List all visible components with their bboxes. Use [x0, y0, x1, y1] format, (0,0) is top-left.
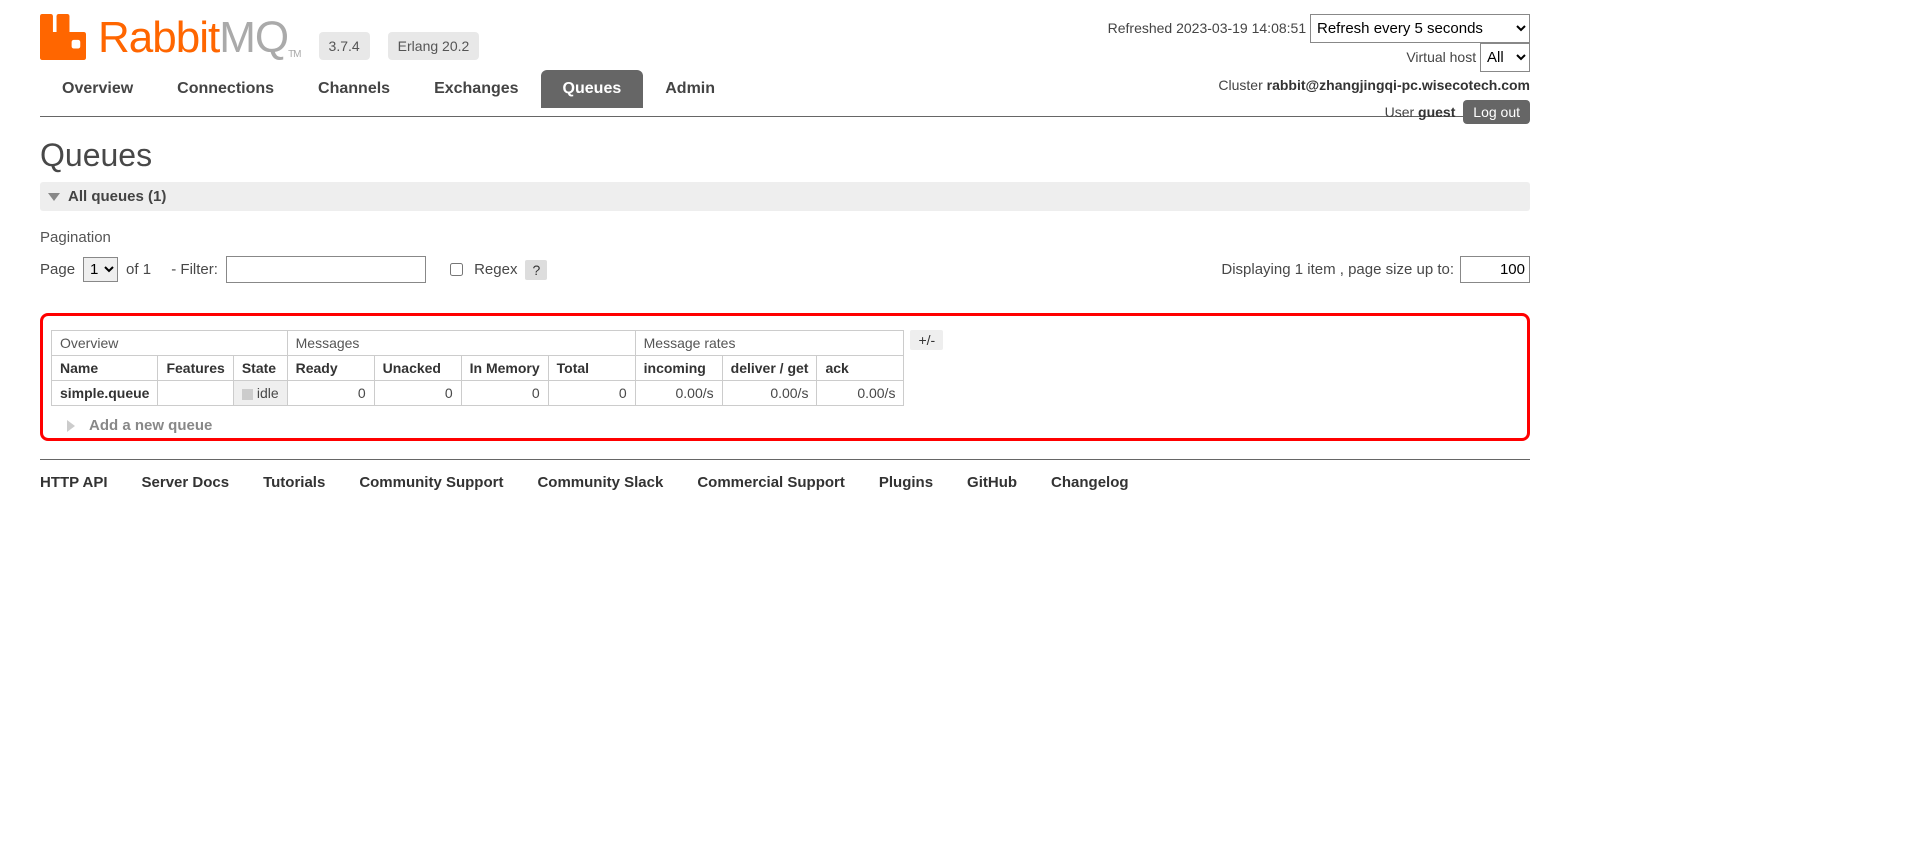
vhost-label: Virtual host [1406, 49, 1476, 65]
footer-github[interactable]: GitHub [967, 474, 1017, 491]
th-ready[interactable]: Ready [287, 356, 374, 381]
cluster-name: rabbit@zhangjingqi-pc.wisecotech.com [1267, 77, 1530, 93]
user-label: User [1385, 104, 1415, 120]
user-name: guest [1418, 104, 1455, 120]
footer-commercial-support[interactable]: Commercial Support [697, 474, 845, 491]
cell-features [158, 381, 233, 406]
th-group-rates: Message rates [635, 331, 904, 356]
footer-community-slack[interactable]: Community Slack [537, 474, 663, 491]
rabbitmq-logo-icon [40, 14, 86, 60]
cell-unacked: 0 [374, 381, 461, 406]
section-all-queues[interactable]: All queues (1) [40, 182, 1530, 211]
tab-admin[interactable]: Admin [643, 70, 737, 108]
header-status: Refreshed 2023-03-19 14:08:51 Refresh ev… [1108, 14, 1530, 125]
cell-incoming: 0.00/s [635, 381, 722, 406]
page-label: Page [40, 261, 75, 278]
cell-ack: 0.00/s [817, 381, 904, 406]
logout-button[interactable]: Log out [1463, 100, 1530, 124]
version-badge: 3.7.4 [319, 32, 370, 60]
chevron-down-icon [48, 193, 60, 201]
page-of-label: of 1 [126, 261, 151, 278]
page-size-input[interactable] [1460, 256, 1530, 283]
refreshed-label: Refreshed 2023-03-19 14:08:51 [1108, 20, 1306, 36]
filter-label: - Filter: [171, 261, 218, 278]
tab-connections[interactable]: Connections [155, 70, 296, 108]
filter-input[interactable] [226, 256, 426, 283]
footer-http-api[interactable]: HTTP API [40, 474, 108, 491]
tab-overview[interactable]: Overview [40, 70, 155, 108]
vhost-select[interactable]: All [1480, 43, 1530, 72]
erlang-badge: Erlang 20.2 [388, 32, 480, 60]
cell-total: 0 [548, 381, 635, 406]
th-deliver-get[interactable]: deliver / get [722, 356, 817, 381]
th-incoming[interactable]: incoming [635, 356, 722, 381]
queues-table-highlight: Overview Messages Message rates Name Fea… [40, 313, 1530, 441]
regex-help-icon[interactable]: ? [525, 260, 547, 280]
add-queue-toggle[interactable]: Add a new queue [67, 417, 212, 434]
displaying-label: Displaying 1 item , page size up to: [1221, 261, 1454, 278]
th-unacked[interactable]: Unacked [374, 356, 461, 381]
th-group-overview: Overview [52, 331, 288, 356]
table-row: simple.queue idle 0 0 0 0 0.00/s 0.00/s … [52, 381, 904, 406]
th-features: Features [158, 356, 233, 381]
th-ack[interactable]: ack [817, 356, 904, 381]
cell-in-memory: 0 [461, 381, 548, 406]
regex-label: Regex [474, 261, 517, 278]
cluster-label: Cluster [1218, 77, 1262, 93]
cell-deliver-get: 0.00/s [722, 381, 817, 406]
header: RabbitMQTM 3.7.4 Erlang 20.2 Refreshed 2… [40, 14, 1530, 117]
pagination-label: Pagination [40, 229, 1530, 246]
footer-community-support[interactable]: Community Support [359, 474, 503, 491]
th-total[interactable]: Total [548, 356, 635, 381]
queues-table: Overview Messages Message rates Name Fea… [51, 330, 904, 406]
add-queue-label: Add a new queue [89, 417, 212, 434]
queue-name-link[interactable]: simple.queue [60, 385, 149, 401]
section-all-queues-label: All queues (1) [68, 188, 166, 205]
filter-row: Page 1 of 1 - Filter: Regex ? Displaying… [40, 256, 1530, 283]
page-title: Queues [40, 137, 1530, 174]
regex-checkbox[interactable] [450, 263, 463, 276]
chevron-right-icon [67, 420, 81, 432]
tab-exchanges[interactable]: Exchanges [412, 70, 540, 108]
th-group-messages: Messages [287, 331, 635, 356]
cell-ready: 0 [287, 381, 374, 406]
th-name[interactable]: Name [52, 356, 158, 381]
th-in-memory[interactable]: In Memory [461, 356, 548, 381]
state-idle-icon [242, 389, 253, 400]
columns-toggle-button[interactable]: +/- [910, 330, 943, 350]
refresh-interval-select[interactable]: Refresh every 5 seconds [1310, 14, 1530, 43]
footer-links: HTTP API Server Docs Tutorials Community… [40, 459, 1530, 505]
cell-state: idle [233, 381, 287, 406]
footer-server-docs[interactable]: Server Docs [142, 474, 230, 491]
logo-text: RabbitMQTM [98, 16, 301, 60]
page-select[interactable]: 1 [83, 257, 118, 282]
th-state[interactable]: State [233, 356, 287, 381]
footer-plugins[interactable]: Plugins [879, 474, 933, 491]
footer-tutorials[interactable]: Tutorials [263, 474, 325, 491]
tab-channels[interactable]: Channels [296, 70, 412, 108]
logo[interactable]: RabbitMQTM [40, 14, 301, 60]
footer-changelog[interactable]: Changelog [1051, 474, 1129, 491]
tab-queues[interactable]: Queues [541, 70, 644, 108]
